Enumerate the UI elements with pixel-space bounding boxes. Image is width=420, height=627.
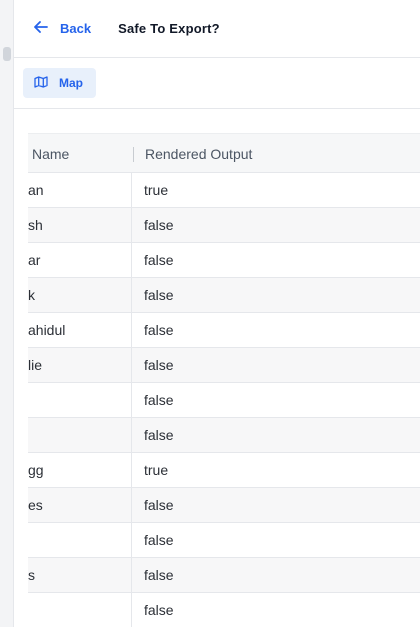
- cell-rendered-output: false: [144, 392, 174, 408]
- table-row[interactable]: ar false: [28, 243, 420, 278]
- table-row[interactable]: false: [28, 593, 420, 627]
- table-row[interactable]: es false: [28, 488, 420, 523]
- column-divider: [131, 558, 132, 592]
- table-body: an true sh false ar false k false ahidul false lie…: [28, 173, 420, 627]
- cell-rendered-output: false: [144, 322, 174, 338]
- map-icon: [34, 75, 59, 91]
- table-row[interactable]: k false: [28, 278, 420, 313]
- cell-name: s: [28, 567, 35, 583]
- column-divider: [131, 243, 132, 277]
- table-row[interactable]: ahidul false: [28, 313, 420, 348]
- cell-name: k: [28, 287, 35, 303]
- column-divider: [131, 383, 132, 417]
- cell-rendered-output: false: [144, 532, 174, 548]
- cell-rendered-output: false: [144, 217, 174, 233]
- cell-rendered-output: false: [144, 567, 174, 583]
- table-row[interactable]: false: [28, 383, 420, 418]
- column-header-rendered-output[interactable]: Rendered Output: [145, 146, 252, 162]
- column-divider: [131, 313, 132, 347]
- column-divider: [131, 173, 132, 207]
- column-divider: [131, 593, 132, 627]
- column-divider: [131, 208, 132, 242]
- table-row[interactable]: s false: [28, 558, 420, 593]
- table-header: Name Rendered Output: [28, 133, 420, 173]
- column-divider: [131, 453, 132, 487]
- column-divider: [131, 418, 132, 452]
- cell-name: ar: [28, 252, 41, 268]
- cell-rendered-output: false: [144, 252, 174, 268]
- column-divider: [131, 488, 132, 522]
- cell-name: sh: [28, 217, 43, 233]
- cell-name: es: [28, 497, 43, 513]
- resize-handle[interactable]: [3, 47, 11, 61]
- cell-name: an: [28, 182, 44, 198]
- cell-rendered-output: false: [144, 427, 174, 443]
- cell-name: gg: [28, 462, 44, 478]
- table-row[interactable]: gg true: [28, 453, 420, 488]
- cell-rendered-output: true: [144, 182, 169, 198]
- toolbar: Map: [14, 58, 420, 109]
- map-label: Map: [59, 76, 83, 90]
- data-table: Name Rendered Output an true sh false ar fals…: [28, 133, 420, 627]
- table-row[interactable]: false: [28, 523, 420, 558]
- arrow-left-icon: [34, 21, 60, 36]
- cell-name: ahidul: [28, 322, 66, 338]
- table-row[interactable]: sh false: [28, 208, 420, 243]
- column-divider: [131, 348, 132, 382]
- map-button[interactable]: Map: [23, 68, 96, 98]
- back-button[interactable]: Back: [34, 21, 91, 36]
- cell-rendered-output: false: [144, 357, 174, 373]
- table-row[interactable]: false: [28, 418, 420, 453]
- cell-rendered-output: false: [144, 287, 174, 303]
- page-title: Safe To Export?: [118, 21, 220, 36]
- left-panel-edge: [0, 0, 14, 627]
- column-divider: [131, 523, 132, 557]
- cell-rendered-output: true: [144, 462, 169, 478]
- cell-name: lie: [28, 357, 43, 373]
- column-divider: [131, 278, 132, 312]
- back-label: Back: [60, 21, 92, 36]
- cell-rendered-output: false: [144, 497, 174, 513]
- table-row[interactable]: lie false: [28, 348, 420, 383]
- column-resizer[interactable]: [133, 147, 134, 162]
- cell-rendered-output: false: [144, 602, 174, 618]
- column-header-name[interactable]: Name: [32, 146, 69, 162]
- page-header: Back Safe To Export?: [14, 0, 420, 58]
- table-row[interactable]: an true: [28, 173, 420, 208]
